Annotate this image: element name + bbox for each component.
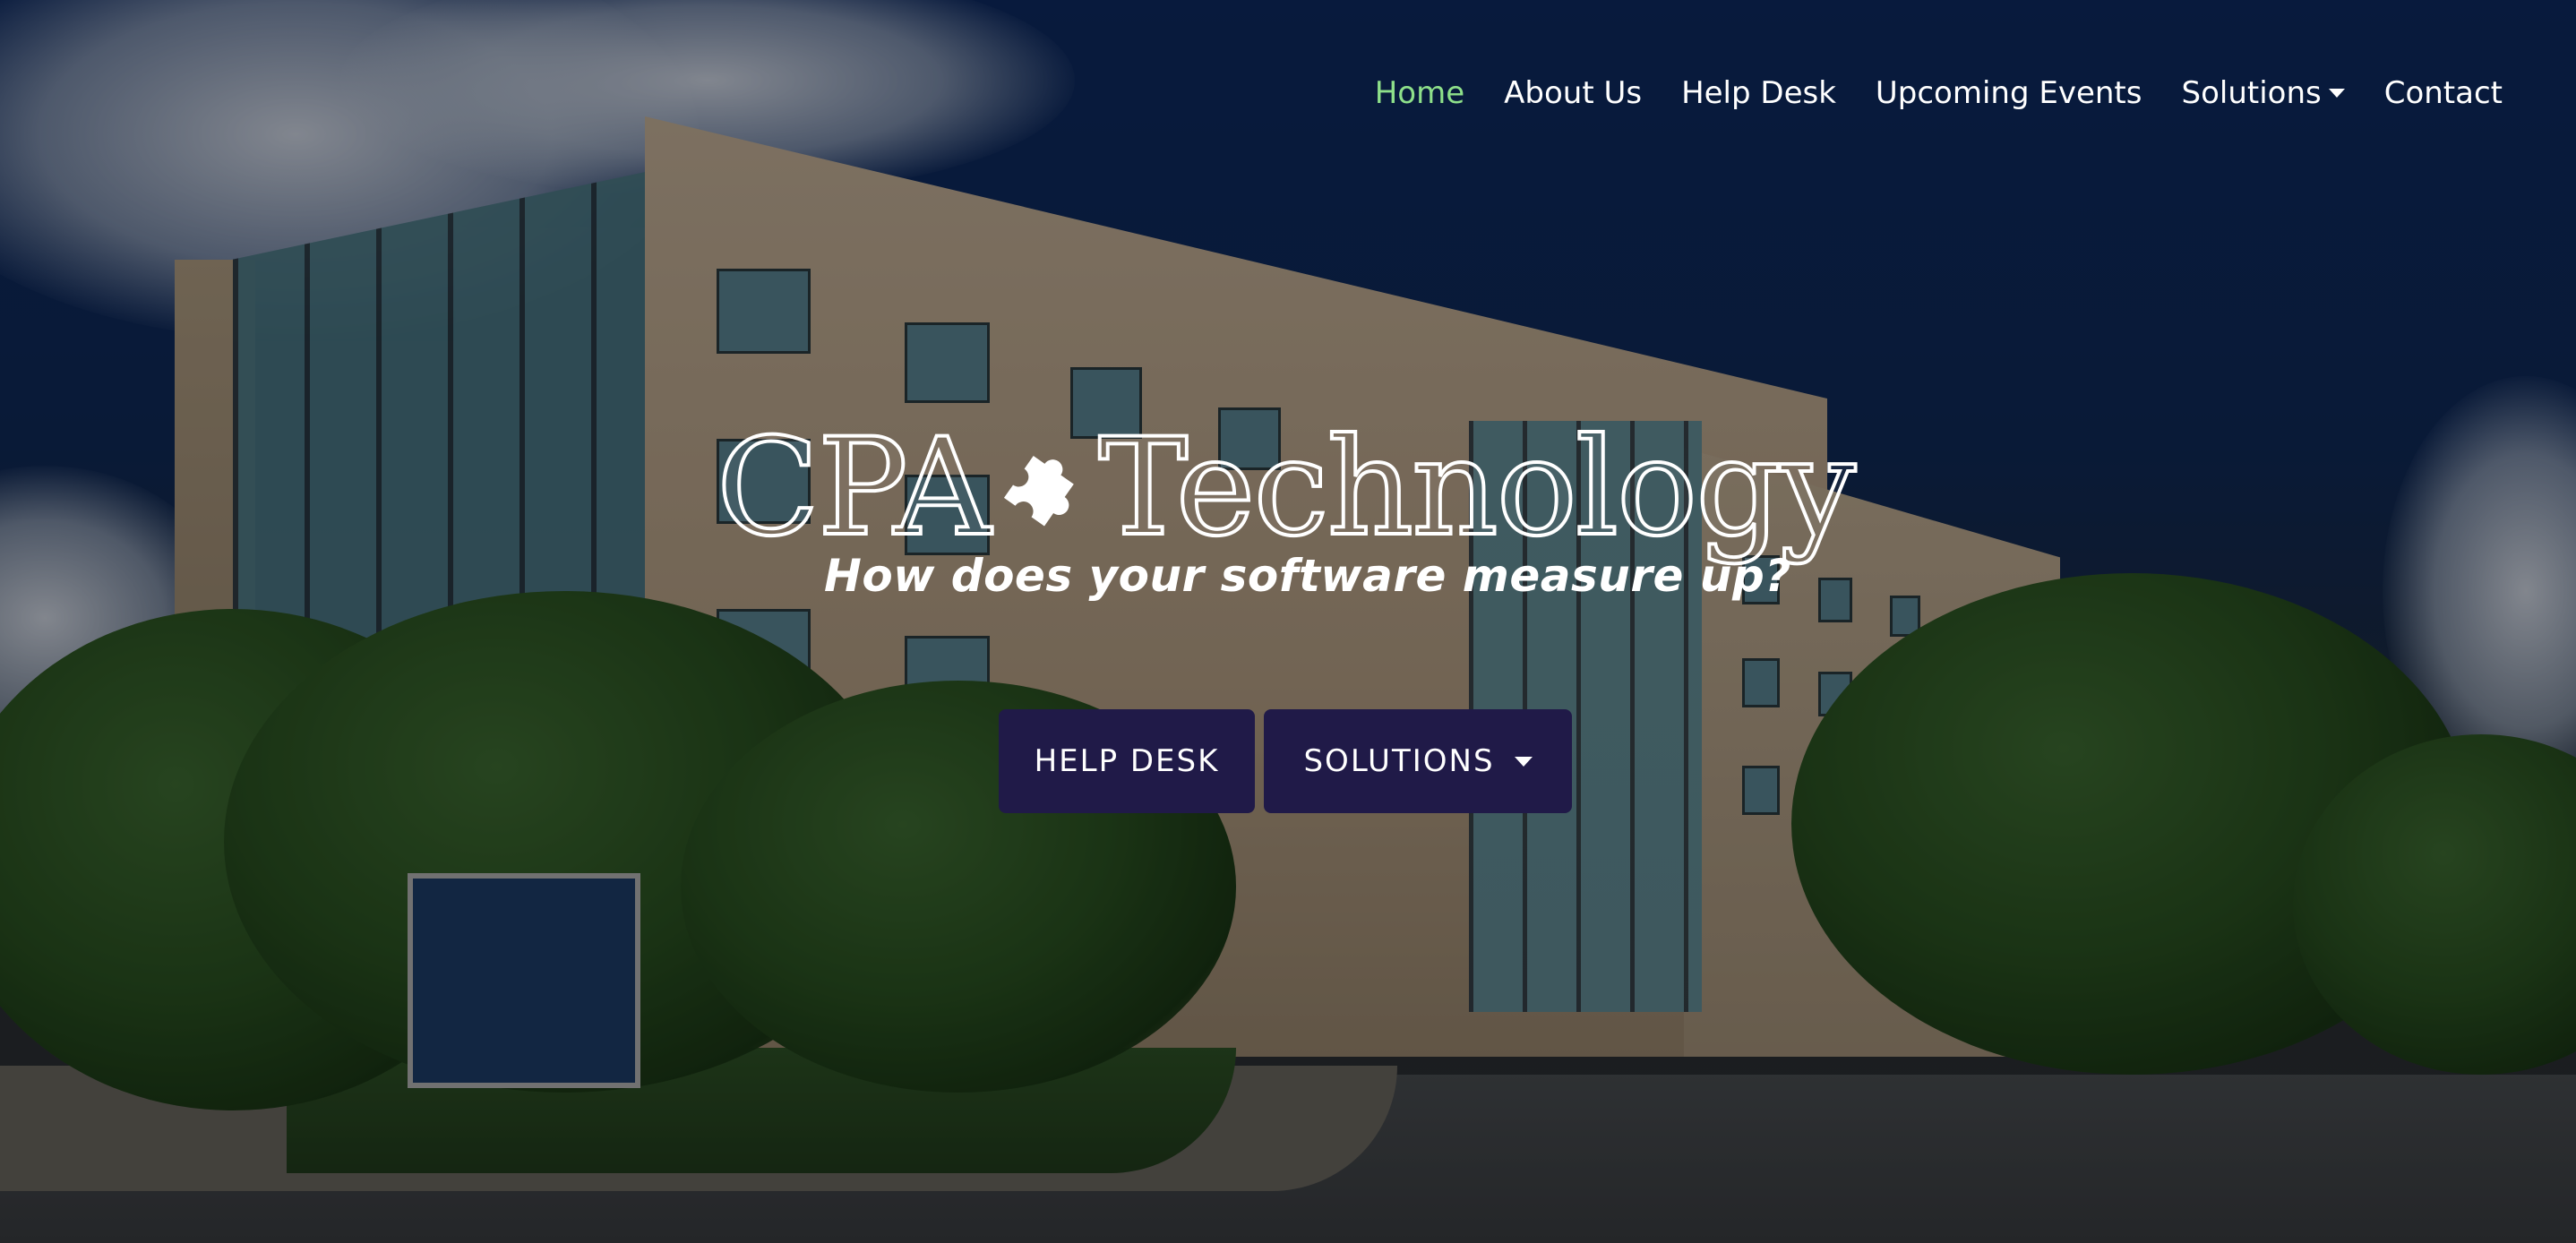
nav-about-us[interactable]: About Us <box>1504 75 1642 111</box>
help-desk-button-label: HELP DESK <box>1034 743 1220 779</box>
logo-text-technology: Technology <box>1096 410 1858 566</box>
logo-wordmark: CPA Technology <box>715 410 1863 566</box>
solutions-dropdown-button[interactable]: SOLUTIONS <box>1264 709 1572 813</box>
caret-down-icon <box>2328 89 2345 98</box>
nav-help-desk[interactable]: Help Desk <box>1681 75 1836 111</box>
solutions-button-label: SOLUTIONS <box>1303 743 1495 779</box>
caret-down-icon <box>1514 756 1533 767</box>
nav-solutions-label: Solutions <box>2181 75 2322 111</box>
logo-tagline: How does your software measure up? <box>824 550 1791 602</box>
nav-solutions-dropdown[interactable]: Solutions <box>2181 75 2345 111</box>
dark-overlay <box>0 0 2576 1243</box>
site-logo: CPA Technology How does your software me… <box>715 410 1863 602</box>
help-desk-button[interactable]: HELP DESK <box>999 709 1255 813</box>
hero-section: Home About Us Help Desk Upcoming Events … <box>0 0 2576 1243</box>
nav-upcoming-events[interactable]: Upcoming Events <box>1876 75 2142 111</box>
cta-button-group: HELP DESK SOLUTIONS <box>999 709 1572 813</box>
nav-contact[interactable]: Contact <box>2384 75 2503 111</box>
main-nav: Home About Us Help Desk Upcoming Events … <box>1375 75 2503 111</box>
nav-home[interactable]: Home <box>1375 75 1464 111</box>
logo-text-cpa: CPA <box>715 410 992 566</box>
puzzle-piece-icon <box>1004 456 1075 527</box>
